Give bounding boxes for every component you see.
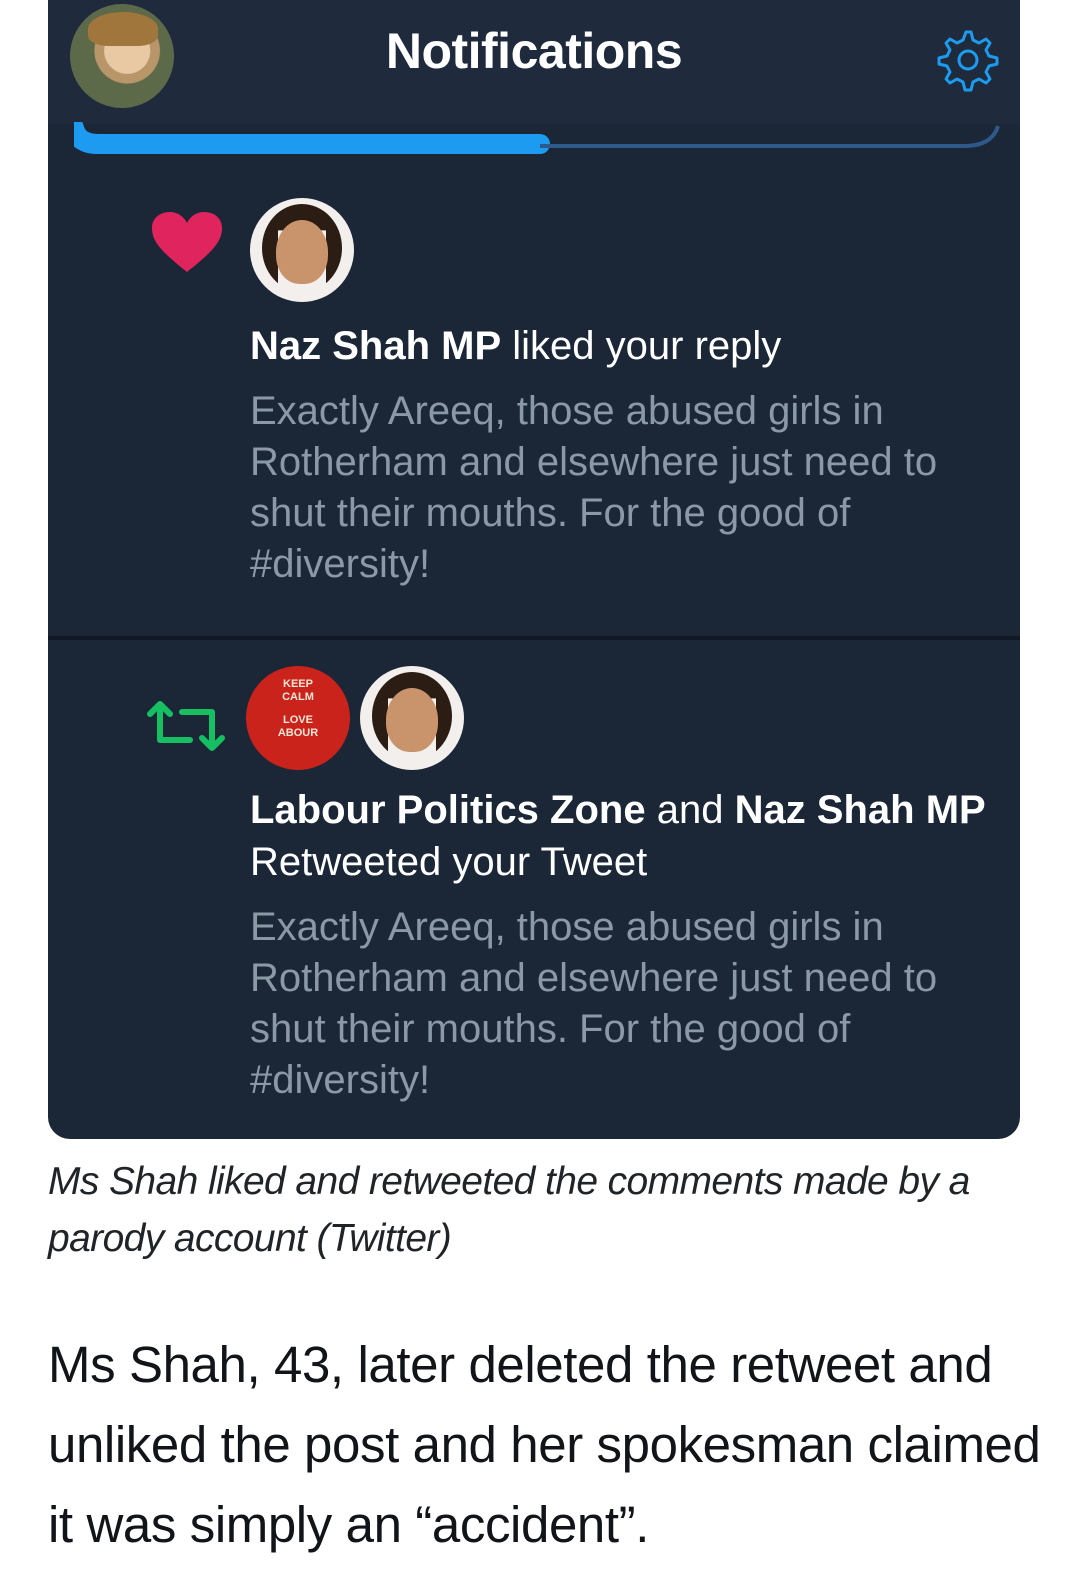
notification-headline: Labour Politics Zone and Naz Shah MP Ret… xyxy=(250,788,986,884)
page-title: Notifications xyxy=(385,23,683,79)
tab-indicator xyxy=(74,122,1000,154)
notification-tweet-text: Exactly Areeq, those abused girls in Rot… xyxy=(250,905,938,1102)
gear-icon[interactable] xyxy=(930,24,1002,96)
notification-like[interactable]: Naz Shah MP liked your reply Exactly Are… xyxy=(48,156,1020,640)
notifications-screenshot: Notifications Naz Shah MP liked your rep… xyxy=(48,0,1020,1139)
avatar[interactable] xyxy=(360,666,464,770)
retweet-icon xyxy=(147,701,225,751)
article-paragraph: Ms Shah, 43, later deleted the retweet a… xyxy=(48,1336,1041,1553)
notification-tweet-text: Exactly Areeq, those abused girls in Rot… xyxy=(250,389,938,586)
heart-icon xyxy=(152,212,222,272)
top-bar: Notifications xyxy=(48,0,1020,124)
notification-retweet[interactable]: KEEP CALM LOVE ABOUR Labour Politics Zon… xyxy=(48,644,1020,1139)
avatar[interactable]: KEEP CALM LOVE ABOUR xyxy=(246,666,350,770)
image-caption: Ms Shah liked and retweeted the comments… xyxy=(48,1160,970,1260)
avatar[interactable] xyxy=(250,198,354,302)
notification-headline: Naz Shah MP liked your reply xyxy=(250,324,782,368)
